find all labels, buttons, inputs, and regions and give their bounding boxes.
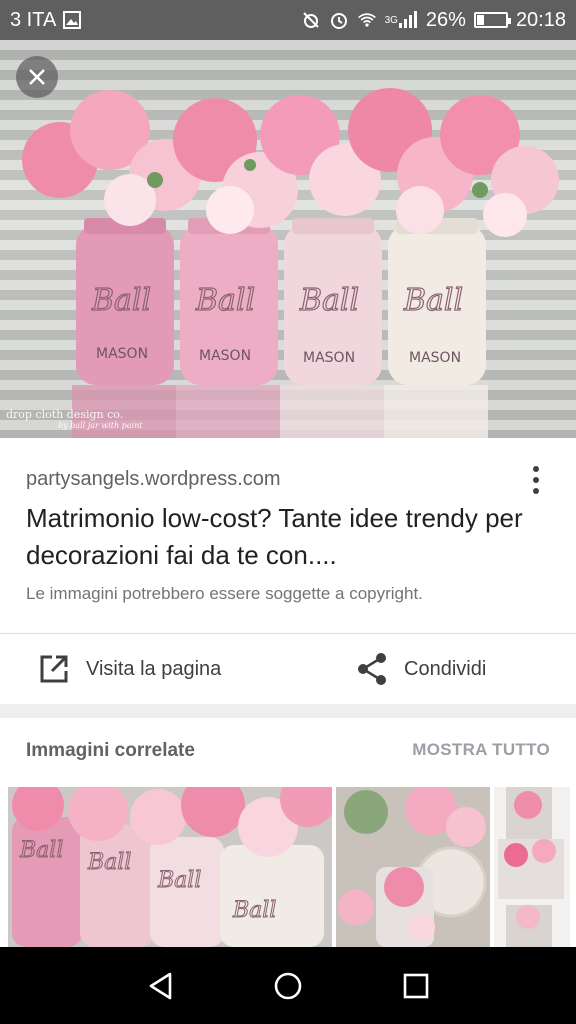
system-navigation-bar bbox=[0, 947, 576, 1024]
home-icon bbox=[274, 972, 302, 1000]
battery-percent: 26% bbox=[425, 8, 466, 31]
share-icon bbox=[358, 653, 386, 685]
source-domain[interactable]: partysangels.wordpress.com bbox=[26, 468, 281, 491]
alarm-icon bbox=[329, 10, 349, 30]
svg-text:Ball: Ball bbox=[195, 283, 255, 318]
svg-text:Ball: Ball bbox=[91, 283, 151, 318]
svg-text:MASON: MASON bbox=[409, 350, 461, 366]
more-options-icon[interactable] bbox=[520, 460, 552, 500]
share-button[interactable]: Condividi bbox=[356, 634, 486, 704]
related-images-header: Immagini correlate MOSTRA TUTTO bbox=[0, 718, 576, 786]
clock: 20:18 bbox=[515, 8, 566, 31]
svg-text:Ball: Ball bbox=[403, 283, 463, 318]
svg-text:MASON: MASON bbox=[303, 350, 355, 366]
svg-text:Ball: Ball bbox=[87, 850, 131, 875]
visit-page-label: Visita la pagina bbox=[86, 657, 222, 680]
related-images-title: Immagini correlate bbox=[26, 740, 195, 761]
signal-icon bbox=[398, 10, 418, 30]
back-button[interactable] bbox=[140, 965, 182, 1007]
hero-image: Ball Ball Ball Ball MASON MASON MASON MA… bbox=[0, 40, 576, 438]
svg-text:MASON: MASON bbox=[199, 348, 251, 364]
show-all-button[interactable]: MOSTRA TUTTO bbox=[412, 740, 550, 760]
copyright-notice: Le immagini potrebbero essere soggette a… bbox=[26, 584, 423, 603]
svg-text:Ball: Ball bbox=[157, 868, 201, 893]
alarm-off-icon bbox=[301, 10, 321, 30]
action-bar: Visita la pagina Condividi bbox=[0, 634, 576, 704]
open-in-new-icon bbox=[40, 655, 68, 683]
battery-icon bbox=[473, 12, 511, 28]
status-bar: 3 ITA 3G 26% 20:18 bbox=[0, 0, 576, 40]
related-image-thumbnail[interactable] bbox=[494, 787, 570, 947]
mason-jars-illustration: Ball Ball Ball Ball MASON MASON MASON MA… bbox=[22, 88, 559, 438]
recent-apps-icon bbox=[403, 973, 429, 999]
section-separator bbox=[0, 704, 576, 718]
svg-text:MASON: MASON bbox=[96, 346, 148, 362]
svg-text:Ball: Ball bbox=[299, 283, 359, 318]
related-image-thumbnail[interactable] bbox=[336, 787, 490, 947]
back-icon bbox=[149, 972, 172, 1000]
svg-text:Ball: Ball bbox=[19, 838, 63, 863]
image-icon bbox=[62, 10, 82, 30]
close-button[interactable] bbox=[16, 56, 58, 98]
carrier-label: 3 ITA bbox=[10, 8, 57, 31]
related-images-strip: Ball Ball Ball Ball bbox=[0, 787, 576, 947]
close-icon bbox=[29, 69, 45, 85]
visit-page-button[interactable]: Visita la pagina bbox=[38, 634, 221, 704]
network-type-label: 3G bbox=[384, 14, 398, 26]
related-image-thumbnail[interactable]: Ball Ball Ball Ball bbox=[8, 787, 332, 947]
result-title[interactable]: Matrimonio low-cost? Tante idee trendy p… bbox=[26, 500, 526, 574]
image-watermark: drop cloth design co. by ball jar with p… bbox=[6, 408, 143, 430]
recent-apps-button[interactable] bbox=[395, 965, 437, 1007]
share-label: Condividi bbox=[404, 657, 487, 680]
svg-text:Ball: Ball bbox=[232, 898, 276, 923]
wifi-icon bbox=[357, 10, 377, 30]
home-button[interactable] bbox=[267, 965, 309, 1007]
